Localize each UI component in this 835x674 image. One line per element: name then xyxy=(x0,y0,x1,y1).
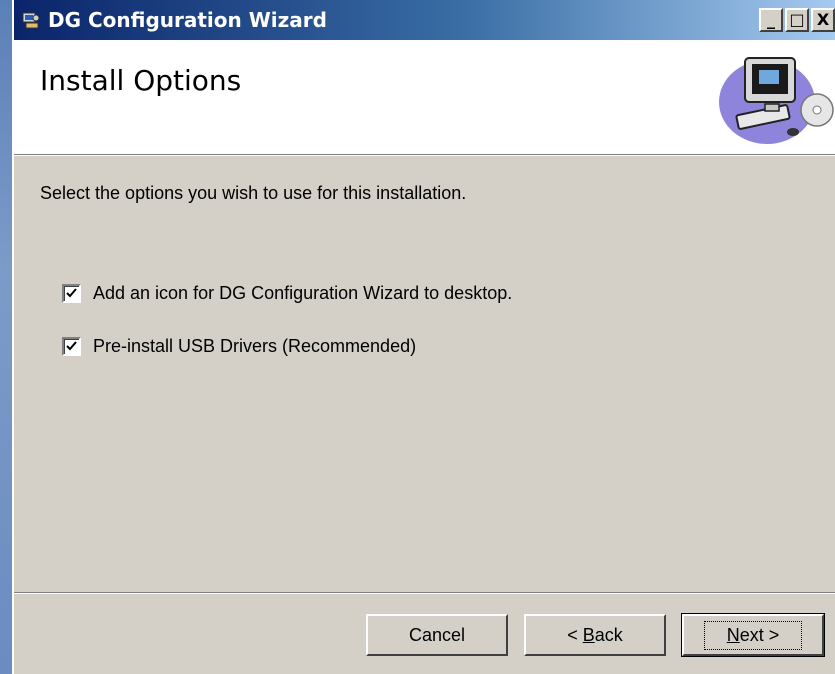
desktop-icon-checkbox[interactable] xyxy=(62,284,81,303)
back-button[interactable]: < Back xyxy=(524,614,666,656)
title-bar[interactable]: DG Configuration Wizard _ □ X xyxy=(14,0,835,40)
instruction-text: Select the options you wish to use for t… xyxy=(40,183,467,203)
cancel-button[interactable]: Cancel xyxy=(366,614,508,656)
desktop-icon-label: Add an icon for DG Configuration Wizard … xyxy=(93,283,513,303)
wizard-window: DG Configuration Wizard _ □ X Install Op… xyxy=(12,0,835,674)
next-button-label: Next > xyxy=(703,620,803,650)
checkmark-icon xyxy=(66,288,77,298)
usb-drivers-checkbox[interactable] xyxy=(62,337,81,356)
window-controls: _ □ X xyxy=(759,8,835,32)
checkmark-icon xyxy=(66,341,77,351)
window-title: DG Configuration Wizard xyxy=(48,8,327,32)
desktop-icon-option[interactable]: Add an icon for DG Configuration Wizard … xyxy=(62,283,512,304)
close-button[interactable]: X xyxy=(811,8,835,32)
maximize-button[interactable]: □ xyxy=(785,8,809,32)
desktop-edge xyxy=(0,0,12,674)
setup-app-icon xyxy=(20,9,42,31)
computer-with-cd-icon xyxy=(705,44,835,150)
next-button[interactable]: Next > xyxy=(681,613,825,657)
minimize-button[interactable]: _ xyxy=(759,8,783,32)
back-button-label: < Back xyxy=(567,624,623,645)
header-divider xyxy=(14,154,835,156)
usb-drivers-option[interactable]: Pre-install USB Drivers (Recommended) xyxy=(62,336,416,357)
cancel-button-label: Cancel xyxy=(408,624,466,645)
page-title: Install Options xyxy=(40,64,242,97)
wizard-header: Install Options xyxy=(14,40,835,154)
footer-divider xyxy=(14,592,835,594)
usb-drivers-label: Pre-install USB Drivers (Recommended) xyxy=(93,336,417,356)
